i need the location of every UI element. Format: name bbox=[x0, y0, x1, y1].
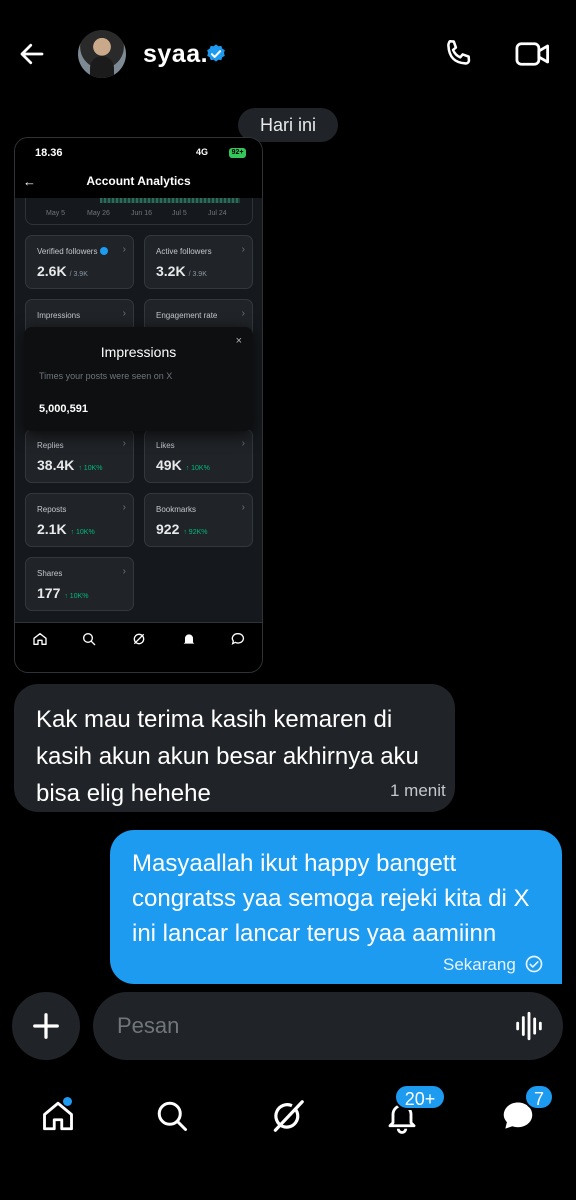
popup-description: Times your posts were seen on X bbox=[39, 371, 173, 381]
card-value: 38.4K ↑ 10K% bbox=[37, 457, 103, 473]
card-value: 49K ↑ 10K% bbox=[156, 457, 210, 473]
message-text: Kak mau terima kasih kemaren di kasih ak… bbox=[36, 706, 419, 807]
unread-dot bbox=[63, 1097, 72, 1106]
card-label: Shares bbox=[37, 569, 63, 578]
embedded-card-shares: Shares › 177 ↑ 10K% bbox=[25, 557, 134, 611]
embedded-chart-line bbox=[100, 198, 240, 203]
embedded-impressions-popup: × Impressions Times your posts were seen… bbox=[24, 327, 253, 431]
embedded-battery: 92+ bbox=[229, 148, 246, 158]
card-label: Active followers bbox=[156, 247, 212, 256]
embedded-chart: May 5 May 26 Jun 16 Jul 5 Jul 24 bbox=[25, 198, 253, 225]
message-timestamp: 1 menit bbox=[390, 781, 446, 800]
incoming-message[interactable]: Kak mau terima kasih kemaren di kasih ak… bbox=[14, 684, 455, 812]
card-label: Likes bbox=[156, 441, 175, 450]
search-icon bbox=[157, 1101, 187, 1131]
chevron-right-icon: › bbox=[122, 308, 126, 319]
chevron-right-icon: › bbox=[122, 438, 126, 449]
embedded-status-bar: 18.36 4G 92+ bbox=[15, 138, 262, 168]
embedded-network: 4G bbox=[196, 147, 209, 157]
chevron-right-icon: › bbox=[122, 502, 126, 513]
message-icon bbox=[231, 632, 245, 645]
card-value: 177 ↑ 10K% bbox=[37, 585, 89, 601]
embedded-axis-label: Jun 16 bbox=[131, 210, 153, 217]
grok-icon bbox=[133, 633, 145, 645]
nav-grok[interactable] bbox=[260, 1088, 316, 1144]
card-value: 2.1K ↑ 10K% bbox=[37, 521, 95, 537]
nav-search[interactable] bbox=[144, 1088, 200, 1144]
card-label: Reposts bbox=[37, 505, 67, 514]
notifications-count-badge: 20+ bbox=[394, 1084, 446, 1110]
chevron-right-icon: › bbox=[122, 244, 126, 255]
add-attachment-button[interactable] bbox=[12, 992, 80, 1060]
outgoing-message[interactable]: Masyaallah ikut happy bangett congratss … bbox=[110, 830, 562, 984]
arrow-left-icon bbox=[20, 43, 44, 65]
embedded-axis-label: Jul 24 bbox=[208, 210, 227, 217]
bell-icon bbox=[183, 634, 195, 644]
message-text: Masyaallah ikut happy bangett congratss … bbox=[132, 850, 530, 947]
message-timestamp: Sekarang bbox=[443, 955, 516, 974]
embedded-screen-title: Account Analytics bbox=[86, 174, 191, 188]
embedded-axis-label: Jul 5 bbox=[172, 210, 187, 217]
chevron-right-icon: › bbox=[241, 502, 245, 513]
embedded-tab-bar bbox=[15, 622, 262, 672]
card-value: 922 ↑ 92K% bbox=[156, 521, 208, 537]
shared-screenshot-image[interactable]: 18.36 4G 92+ ← Account Analytics May 5 M… bbox=[14, 137, 263, 673]
embedded-card-reposts: Reposts › 2.1K ↑ 10K% bbox=[25, 493, 134, 547]
popup-value: 5,000,591 bbox=[39, 403, 88, 415]
voice-call-button[interactable] bbox=[440, 36, 476, 72]
embedded-card-active-followers: Active followers › 3.2K/ 3.9K bbox=[144, 235, 253, 289]
card-label: Replies bbox=[37, 441, 64, 450]
embedded-card-verified-followers: Verified followers › 2.6K/ 3.9K bbox=[25, 235, 134, 289]
home-icon bbox=[33, 633, 47, 645]
plus-icon bbox=[33, 1013, 59, 1039]
verified-badge-icon bbox=[207, 44, 225, 62]
card-label: Bookmarks bbox=[156, 505, 197, 514]
chat-header: syaa. bbox=[0, 0, 576, 108]
chevron-right-icon: › bbox=[241, 438, 245, 449]
card-value: 3.2K/ 3.9K bbox=[156, 263, 207, 279]
embedded-axis-label: May 5 bbox=[46, 210, 66, 217]
messages-count-badge: 7 bbox=[524, 1084, 554, 1110]
voice-waveform-icon bbox=[516, 1011, 542, 1041]
video-camera-icon bbox=[515, 42, 550, 66]
chevron-right-icon: › bbox=[241, 244, 245, 255]
contact-name[interactable]: syaa. bbox=[143, 40, 208, 69]
avatar[interactable] bbox=[78, 30, 126, 78]
embedded-status-time: 18.36 bbox=[35, 147, 63, 159]
video-call-button[interactable] bbox=[514, 36, 552, 72]
phone-icon bbox=[447, 39, 471, 65]
grok-icon bbox=[273, 1100, 304, 1132]
voice-message-button[interactable] bbox=[512, 1009, 546, 1043]
card-label: Engagement rate bbox=[156, 311, 218, 320]
search-icon bbox=[83, 633, 96, 646]
popup-title: Impressions bbox=[100, 344, 177, 360]
embedded-card-replies: Replies › 38.4K ↑ 10K% bbox=[25, 429, 134, 483]
message-input[interactable] bbox=[93, 992, 563, 1060]
nav-home[interactable] bbox=[30, 1088, 86, 1144]
back-button[interactable] bbox=[14, 36, 50, 72]
chevron-right-icon: › bbox=[241, 308, 245, 319]
check-circle-icon bbox=[525, 955, 543, 973]
verified-badge-icon bbox=[100, 247, 109, 255]
embedded-axis-label: May 26 bbox=[87, 210, 110, 217]
chevron-right-icon: › bbox=[122, 566, 126, 577]
embedded-card-bookmarks: Bookmarks › 922 ↑ 92K% bbox=[144, 493, 253, 547]
embedded-card-likes: Likes › 49K ↑ 10K% bbox=[144, 429, 253, 483]
bottom-navigation: 20+ 7 bbox=[0, 1078, 576, 1200]
card-label: Verified followers bbox=[37, 247, 109, 256]
card-value: 2.6K/ 3.9K bbox=[37, 263, 88, 279]
card-label: Impressions bbox=[37, 311, 81, 320]
